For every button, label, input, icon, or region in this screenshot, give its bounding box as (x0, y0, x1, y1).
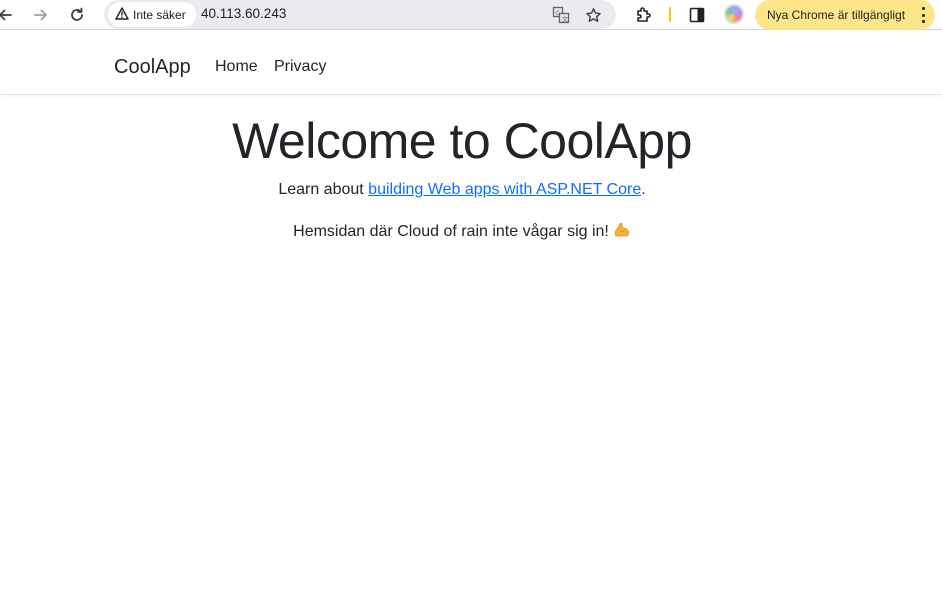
profile-avatar[interactable] (724, 4, 744, 24)
security-label: Inte säker (133, 7, 186, 22)
learn-paragraph: Learn about building Web apps with ASP.N… (0, 181, 924, 199)
security-chip[interactable]: Inte säker (108, 2, 196, 27)
side-panel-icon[interactable] (686, 4, 708, 26)
forward-icon[interactable] (30, 4, 52, 26)
update-label: Nya Chrome är tillgängligt (767, 8, 906, 22)
page-title: Welcome to CoolApp (232, 113, 692, 169)
aspnet-docs-link[interactable]: building Web apps with ASP.NET Core (368, 181, 641, 198)
reload-icon[interactable] (66, 4, 88, 26)
tagline-text: Hemsidan där Cloud of rain inte vågar si… (293, 223, 609, 240)
site-navbar: CoolApp Home Privacy (0, 38, 942, 95)
brand-link[interactable]: CoolApp (114, 56, 191, 79)
learn-suffix: . (641, 181, 646, 198)
muscle-icon (613, 221, 631, 244)
learn-prefix: Learn about (278, 181, 369, 198)
star-icon[interactable] (582, 4, 604, 26)
more-vert-icon[interactable] (921, 7, 925, 23)
translate-icon[interactable]: G文 (550, 4, 572, 26)
update-chrome-button[interactable]: Nya Chrome är tillgängligt (755, 0, 935, 30)
browser-toolbar: Inte säker 40.113.60.243 G文 Nya Chrome ä… (0, 0, 942, 30)
warning-icon (115, 6, 129, 23)
address-bar[interactable]: Inte säker 40.113.60.243 G文 (104, 0, 616, 29)
extensions-icon[interactable] (633, 4, 655, 26)
back-icon[interactable] (0, 4, 16, 26)
svg-text:文: 文 (562, 14, 569, 23)
svg-text:G: G (555, 9, 560, 17)
url-text[interactable]: 40.113.60.243 (201, 6, 286, 21)
nav-link-privacy[interactable]: Privacy (274, 58, 326, 76)
tagline: Hemsidan där Cloud of rain inte vågar si… (0, 221, 924, 244)
nav-link-home[interactable]: Home (215, 58, 258, 76)
toolbar-divider (669, 7, 671, 22)
